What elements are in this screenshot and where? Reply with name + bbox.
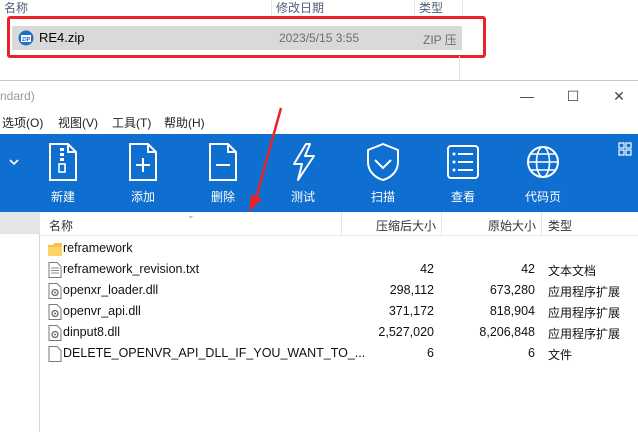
blank-file-icon bbox=[48, 346, 62, 362]
list-item[interactable]: dinput8.dll 2,527,020 8,206,848 应用程序扩展 bbox=[41, 322, 638, 343]
list-item[interactable]: openvr_api.dll 371,172 818,904 应用程序扩展 bbox=[41, 301, 638, 322]
maximize-button[interactable]: ☐ bbox=[550, 81, 596, 111]
packed-size: 371,172 bbox=[388, 304, 434, 318]
packed-size: 6 bbox=[427, 346, 434, 360]
dll-file-icon bbox=[48, 325, 62, 341]
close-button[interactable]: ✕ bbox=[596, 81, 638, 111]
list-item[interactable]: DELETE_OPENVR_API_DLL_IF_YOU_WANT_TO_...… bbox=[41, 343, 638, 364]
menu-tools[interactable]: 工具(T) bbox=[112, 114, 151, 131]
menu-bar: 选项(O) 视图(V) 工具(T) 帮助(H) bbox=[0, 111, 638, 133]
file-list: ⌄ 名称 压缩后大小 原始大小 类型 reframework reframewor… bbox=[41, 210, 638, 432]
folder-tree[interactable] bbox=[0, 212, 40, 432]
dll-file-icon bbox=[48, 304, 62, 320]
packed-size: 42 bbox=[420, 262, 434, 276]
file-name: DELETE_OPENVR_API_DLL_IF_YOU_WANT_TO_... bbox=[63, 346, 366, 360]
original-size: 673,280 bbox=[489, 283, 535, 297]
delete-icon bbox=[209, 143, 237, 181]
file-name: openxr_loader.dll bbox=[63, 283, 159, 297]
view-label: 查看 bbox=[450, 190, 475, 204]
file-type: 应用程序扩展 bbox=[548, 285, 621, 299]
test-button[interactable]: 测试 bbox=[267, 134, 339, 212]
window-title: ndard) bbox=[0, 89, 35, 103]
toolbar: 新建 添加 删除 测试 扫描 查看 代码页 bbox=[0, 134, 638, 212]
divider bbox=[341, 212, 342, 236]
text-file-icon bbox=[48, 262, 62, 278]
codepage-label: 代码页 bbox=[524, 190, 561, 204]
view-button[interactable]: 查看 bbox=[427, 134, 499, 212]
menu-help[interactable]: 帮助(H) bbox=[164, 114, 205, 131]
highlight-box bbox=[7, 16, 486, 58]
file-type: 文本文档 bbox=[548, 264, 597, 278]
new-archive-icon bbox=[49, 143, 77, 181]
shield-icon bbox=[367, 142, 399, 182]
add-icon bbox=[129, 143, 157, 181]
original-size: 42 bbox=[521, 262, 535, 276]
delete-label: 删除 bbox=[210, 190, 235, 204]
file-name: reframework bbox=[63, 241, 133, 255]
grid-menu-icon[interactable] bbox=[618, 142, 632, 156]
original-size: 8,206,848 bbox=[479, 325, 535, 339]
original-size: 818,904 bbox=[489, 304, 535, 318]
header-name[interactable]: 名称 bbox=[49, 217, 73, 234]
list-header: ⌄ 名称 压缩后大小 原始大小 类型 bbox=[41, 210, 638, 236]
menu-options[interactable]: 选项(O) bbox=[2, 114, 43, 131]
codepage-button[interactable]: 代码页 bbox=[507, 134, 579, 212]
add-button[interactable]: 添加 bbox=[107, 134, 179, 212]
divider bbox=[541, 212, 542, 236]
delete-button[interactable]: 删除 bbox=[187, 134, 259, 212]
list-item[interactable]: reframework bbox=[41, 238, 638, 259]
packed-size: 298,112 bbox=[389, 283, 434, 297]
new-label: 新建 bbox=[50, 190, 75, 204]
test-label: 测试 bbox=[290, 190, 315, 204]
file-name: openvr_api.dll bbox=[63, 304, 141, 318]
file-type: 应用程序扩展 bbox=[548, 327, 621, 341]
new-button[interactable]: 新建 bbox=[27, 134, 99, 212]
sort-arrow-icon: ⌄ bbox=[187, 210, 195, 220]
folder-icon bbox=[48, 241, 62, 257]
divider bbox=[441, 212, 442, 236]
menu-view[interactable]: 视图(V) bbox=[58, 114, 98, 131]
file-type: 应用程序扩展 bbox=[548, 306, 621, 320]
chevron-down-icon[interactable] bbox=[8, 156, 22, 170]
selected-tree-item[interactable] bbox=[0, 212, 40, 234]
original-size: 6 bbox=[528, 346, 535, 360]
scan-button[interactable]: 扫描 bbox=[347, 134, 419, 212]
packed-size: 2,527,020 bbox=[378, 325, 434, 339]
add-label: 添加 bbox=[130, 190, 155, 204]
file-name: reframework_revision.txt bbox=[63, 262, 200, 276]
header-type[interactable]: 类型 bbox=[548, 217, 572, 234]
header-original-size[interactable]: 原始大小 bbox=[488, 217, 536, 234]
globe-icon bbox=[527, 146, 559, 178]
scan-label: 扫描 bbox=[370, 190, 395, 204]
list-item[interactable]: reframework_revision.txt 42 42 文本文档 bbox=[41, 259, 638, 280]
archive-window: ndard) — ☐ ✕ 选项(O) 视图(V) 工具(T) 帮助(H) 新建 bbox=[0, 80, 638, 432]
divider bbox=[459, 56, 460, 80]
title-bar: ndard) — ☐ ✕ bbox=[0, 81, 638, 111]
list-view-icon bbox=[447, 145, 479, 179]
explorer-pane: 名称 修改日期 类型 ZIP RE4.zip 2023/5/15 3:55 ZI… bbox=[0, 0, 638, 80]
file-type: 文件 bbox=[548, 348, 573, 362]
dll-file-icon bbox=[48, 283, 62, 299]
file-name: dinput8.dll bbox=[63, 325, 120, 339]
minimize-button[interactable]: — bbox=[504, 81, 550, 111]
header-packed-size[interactable]: 压缩后大小 bbox=[376, 217, 436, 234]
list-item[interactable]: openxr_loader.dll 298,112 673,280 应用程序扩展 bbox=[41, 280, 638, 301]
lightning-icon bbox=[293, 143, 315, 181]
